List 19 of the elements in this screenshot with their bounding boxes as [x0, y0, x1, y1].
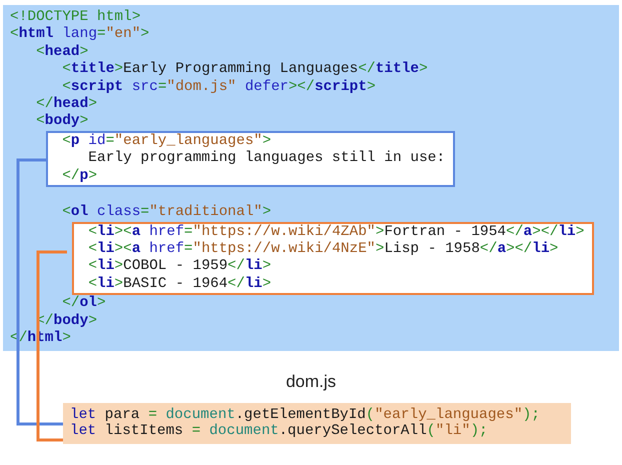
code-line: <script src="dom.js" defer></script> — [62, 78, 376, 96]
code-line: <html lang="en"> — [10, 26, 150, 44]
code-line: <!DOCTYPE html> — [10, 9, 141, 26]
file-label: dom.js — [286, 371, 336, 394]
code-line: <head> — [36, 44, 88, 62]
code-line: </head> — [36, 96, 98, 114]
code-line: </p> — [62, 168, 98, 185]
code-line: let listItems = document.querySelectorAll("li"); — [70, 423, 488, 440]
code-line: <li><a href="https://w.wiki/4ZAb">Fortran - 1954</a></li> — [88, 224, 584, 242]
code-line: Early programming languages still in use: — [88, 150, 446, 168]
code-line: <ol class="traditional"> — [62, 204, 272, 222]
code-line: <li><a href="https://w.wiki/4NzE">Lisp - 1958</a></li> — [88, 241, 558, 258]
code-line: <title>Early Programming Languages</title> — [62, 61, 428, 79]
code-line: <li>BASIC - 1964</li> — [88, 276, 272, 294]
code-line: <p id="early_languages"> — [62, 132, 272, 150]
code-line: </ol> — [62, 295, 106, 313]
code-line: let para = document.getElementById("early_languages"); — [70, 406, 540, 424]
code-line: <body> — [36, 113, 88, 131]
code-line: <li>COBOL - 1959</li> — [88, 258, 272, 276]
